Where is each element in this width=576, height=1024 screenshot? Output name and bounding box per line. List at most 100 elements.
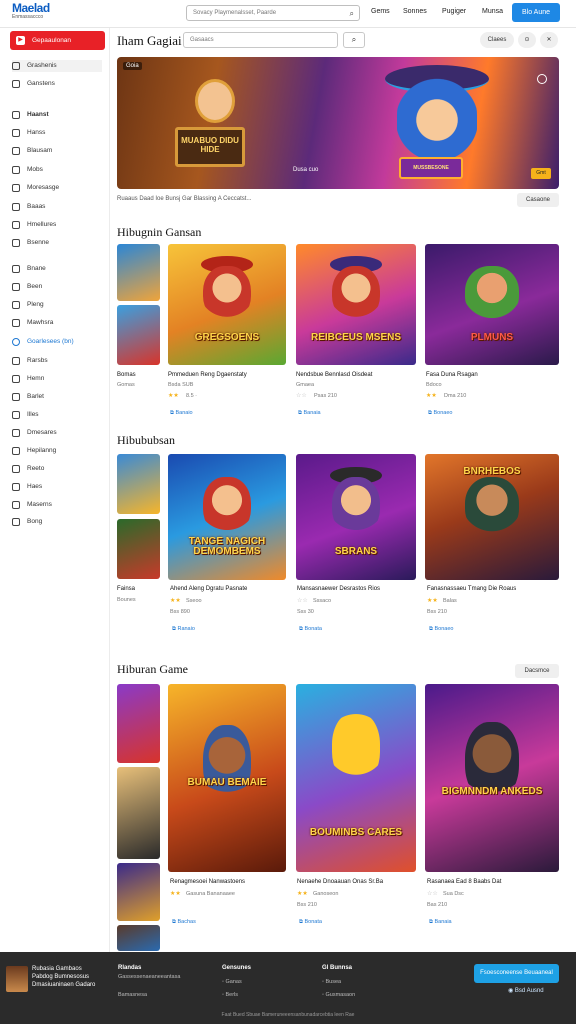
game-card-title[interactable]: Mansasnaewer Desrastos Rios [297,586,380,592]
game-card-link[interactable]: ⧉ Banaia [429,919,452,926]
sidebar-item[interactable]: Dmesares [12,427,102,439]
filter-button[interactable]: Claees [480,32,514,48]
sidebar-item-label: Mawhsra [27,319,54,326]
site-logo[interactable]: Maelad Enmassaccco [12,1,72,25]
game-card-meta: Bsda SUB [168,382,194,388]
sidebar-item[interactable]: Maserns [12,499,102,511]
footer-cta-button[interactable]: Fsoesconeense Beuaaneal [474,964,559,983]
game-card-image[interactable]: GREGSOENS [168,244,286,365]
side-thumb[interactable] [117,454,160,514]
side-thumb[interactable] [117,863,160,921]
sidebar-item[interactable]: Hmellures [12,219,102,231]
game-card-title[interactable]: Ahend Aleng Dgratu Pasnate [170,586,247,592]
game-card-image[interactable]: BIGMNNDM ANKEDS [425,684,559,872]
sidebar-item[interactable]: Baaas [12,201,102,213]
nav-link-2[interactable]: Sonnes [403,8,427,15]
section-action-button[interactable]: Dacsmce [515,664,559,678]
sidebar-item[interactable]: Hanss [12,127,102,139]
game-card-link[interactable]: ⧉ Bonata [299,626,322,633]
side-thumb[interactable] [117,767,160,859]
sidebar-item[interactable]: Moresasge [12,182,102,194]
sidebar-item[interactable]: Hepilanng [12,445,102,457]
sidebar-item[interactable]: Illes [12,409,102,421]
character-figure [465,265,519,322]
main-search-input[interactable]: Gasaacs [183,32,338,48]
sidebar-item[interactable]: Blausam [12,145,102,157]
game-card-title[interactable]: Rasanaea Ead 8 Baabs Dat [427,879,501,885]
game-card-title[interactable]: Nendsbue Bennlasd Oisdeat [296,372,372,378]
sidebar-item[interactable]: Bnane [12,263,102,275]
game-card-title[interactable]: Pmmeduen Reng Dgaenstaty [168,372,247,378]
game-card-image[interactable]: SBRANS [296,454,416,580]
game-card-title[interactable]: Fasa Duna Rsagan [426,372,478,378]
game-card-image[interactable]: REIBCEUS MSENS [296,244,416,365]
game-card-link[interactable]: ⧉ Ranaio [172,626,195,633]
game-card-link[interactable]: ⧉ Bonaeo [428,410,452,417]
close-button[interactable]: ✕ [540,32,558,48]
sidebar-item[interactable]: Bong [12,516,102,528]
hero-action-button[interactable]: Casaone [517,193,559,207]
sidebar-item-label: Illes [27,411,39,418]
sidebar-item[interactable]: Bsenne [12,237,102,249]
nav-link-3[interactable]: Pugiger [442,8,466,15]
tag-icon [12,203,20,211]
game-card-image[interactable]: BOUMINBS CARES [296,684,416,872]
game-card-title[interactable]: Nenaehe Dnoaauan Onas Sr.Ba [297,879,383,885]
footer-link[interactable]: Gassessenaeaneeantasa [118,974,180,980]
sidebar-item-highlighted[interactable]: Goarlesees (bn) [12,336,102,348]
sidebar-item[interactable]: Haes [12,481,102,493]
footer-secondary-link[interactable]: ◉ Bsd Ausnd [508,987,544,994]
sidebar-item[interactable]: Mobs [12,164,102,176]
sidebar-primary-button[interactable]: ▶ Gepaaulonan [10,31,105,50]
footer-link[interactable]: ◦ Gusmasaon [322,992,355,998]
sidebar-item[interactable]: Mawhsra [12,317,102,329]
game-card-image[interactable]: PLMUNS [425,244,559,365]
sidebar-item[interactable]: Reeto [12,463,102,475]
game-card-image[interactable]: TANGE NAGICH DEMOMBEMS [168,454,286,580]
game-card-link[interactable]: ⧉ Banaia [298,410,321,417]
footer-link[interactable]: ◦ Busea [322,979,341,985]
logo-title: Maelad [12,1,50,15]
sidebar-item[interactable]: Haanst [12,109,102,121]
doc-icon [12,265,20,273]
character-figure [332,476,380,535]
signin-button[interactable]: Blo Aune [512,3,560,22]
footer-col-heading: Gl Bunnsa [322,965,353,971]
header-search-input[interactable]: Sovacy Playmenalsset, Paarde ⌕ [186,5,360,21]
footer-link[interactable]: Bamasnesa [118,992,147,998]
game-card-image[interactable]: BNRHEBOS [425,454,559,580]
sidebar-item[interactable]: Pleng [12,299,102,311]
game-card-title[interactable]: Renagmesoei Nanwastoens [170,879,245,885]
game-card-link[interactable]: ⧉ Bonata [299,919,322,926]
side-thumb[interactable] [117,925,160,951]
nav-link-1[interactable]: Gems [371,8,390,15]
game-card-title[interactable]: Fanasnassaeu Tmang Die Roaus [427,586,516,592]
search-icon[interactable]: ⌕ [350,9,354,19]
sidebar-item[interactable]: Barlet [12,391,102,403]
footer-link[interactable]: ◦ Ganas [222,979,242,985]
footer-avatar [6,966,28,992]
footer-link[interactable]: ◦ Berls [222,992,238,998]
side-thumb[interactable] [117,305,160,365]
star-icon: ☆☆ [427,891,438,897]
sidebar-item[interactable]: Grashenis [12,60,102,72]
info-icon[interactable] [537,74,547,84]
side-thumb[interactable] [117,684,160,763]
search-button[interactable]: ⌕ [343,32,365,48]
side-thumb-meta: Bounes [117,597,136,603]
footer-link-label: Berls [225,992,239,998]
nav-link-4[interactable]: Munsa [482,8,503,15]
sidebar-item[interactable]: Been [12,281,102,293]
side-thumb[interactable] [117,519,160,579]
game-card-image[interactable]: BUMAU BEMAIE [168,684,286,872]
hero-banner[interactable]: Goia MUABUO DIDU HIDE MUSSBESONE Dusa cu… [117,57,559,189]
game-card-link[interactable]: ⧉ Bonaeo [429,626,453,633]
sidebar-item[interactable]: Rarsbs [12,355,102,367]
game-card-link[interactable]: ⧉ Bachas [172,919,196,926]
sidebar-item[interactable]: Hemn [12,373,102,385]
grid-view-button[interactable]: ⊙ [518,32,536,48]
sidebar-item[interactable]: Ganstens [12,78,102,90]
side-thumb[interactable] [117,244,160,301]
game-card-link[interactable]: ⧉ Banaio [170,410,193,417]
list-icon [12,129,20,137]
